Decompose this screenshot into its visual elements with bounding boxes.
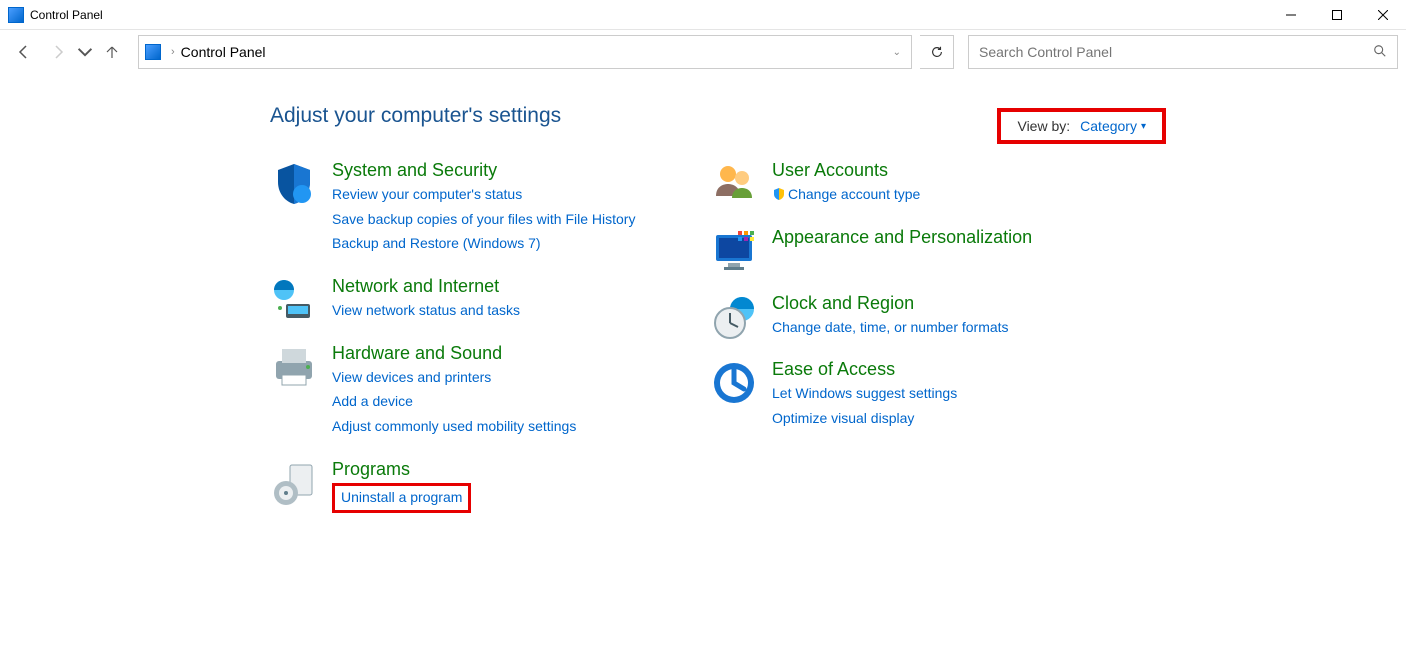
category-link[interactable]: View devices and printers [332,367,576,389]
category-title[interactable]: Hardware and Sound [332,343,576,364]
category-hardware: Hardware and Sound View devices and prin… [270,343,670,441]
programs-icon[interactable] [270,459,318,507]
recent-dropdown[interactable] [76,36,94,68]
back-button[interactable] [8,36,40,68]
category-link[interactable]: Backup and Restore (Windows 7) [332,233,635,255]
category-title[interactable]: Programs [332,459,471,480]
clock-icon[interactable] [710,293,758,341]
refresh-button[interactable] [920,35,954,69]
category-clock-region: Clock and Region Change date, time, or n… [710,293,1110,342]
category-link[interactable]: Optimize visual display [772,408,957,430]
category-network: Network and Internet View network status… [270,276,670,325]
category-programs: Programs Uninstall a program [270,459,670,516]
category-link[interactable]: View network status and tasks [332,300,520,322]
app-icon [8,7,24,23]
breadcrumb-text[interactable]: Control Panel [181,44,889,60]
window-controls [1268,0,1406,30]
category-appearance: Appearance and Personalization [710,227,1110,275]
minimize-button[interactable] [1268,0,1314,30]
category-title[interactable]: Ease of Access [772,359,957,380]
search-input[interactable] [979,44,1373,60]
right-column: User Accounts Change account type Appear [710,160,1110,534]
category-link[interactable]: Add a device [332,391,576,413]
viewby-selector[interactable]: View by: Category [997,108,1166,144]
category-title[interactable]: Appearance and Personalization [772,227,1032,248]
shield-icon[interactable] [270,160,318,208]
up-button[interactable] [96,36,128,68]
window-title: Control Panel [30,8,1268,22]
forward-button[interactable] [42,36,74,68]
category-user-accounts: User Accounts Change account type [710,160,1110,209]
category-system-security: System and Security Review your computer… [270,160,670,258]
category-title[interactable]: Clock and Region [772,293,1009,314]
monitor-icon[interactable] [710,227,758,275]
maximize-button[interactable] [1314,0,1360,30]
viewby-value[interactable]: Category [1080,118,1146,134]
ease-of-access-icon[interactable] [710,359,758,407]
search-icon[interactable] [1373,44,1387,61]
category-title[interactable]: User Accounts [772,160,920,181]
printer-icon[interactable] [270,343,318,391]
chevron-icon: › [171,46,175,58]
viewby-label: View by: [1017,118,1070,134]
control-panel-icon [145,44,161,60]
category-link[interactable]: Let Windows suggest settings [772,383,957,405]
category-title[interactable]: System and Security [332,160,635,181]
page-heading: Adjust your computer's settings [270,104,1406,128]
uac-shield-icon [772,186,786,200]
link-text: Change account type [788,186,920,202]
network-icon[interactable] [270,276,318,324]
navbar: › Control Panel ⌄ [0,30,1406,74]
close-button[interactable] [1360,0,1406,30]
category-title[interactable]: Network and Internet [332,276,520,297]
category-ease-of-access: Ease of Access Let Windows suggest setti… [710,359,1110,432]
category-link[interactable]: Review your computer's status [332,184,635,206]
titlebar: Control Panel [0,0,1406,30]
chevron-down-icon[interactable]: ⌄ [889,47,905,58]
search-box[interactable] [968,35,1398,69]
content-area: Adjust your computer's settings View by:… [0,74,1406,534]
uninstall-program-link[interactable]: Uninstall a program [332,483,471,513]
category-link[interactable]: Adjust commonly used mobility settings [332,416,576,438]
category-link[interactable]: Change date, time, or number formats [772,317,1009,339]
address-bar[interactable]: › Control Panel ⌄ [138,35,912,69]
category-link[interactable]: Save backup copies of your files with Fi… [332,209,635,231]
left-column: System and Security Review your computer… [270,160,670,534]
users-icon[interactable] [710,160,758,208]
category-link[interactable]: Change account type [772,184,920,206]
